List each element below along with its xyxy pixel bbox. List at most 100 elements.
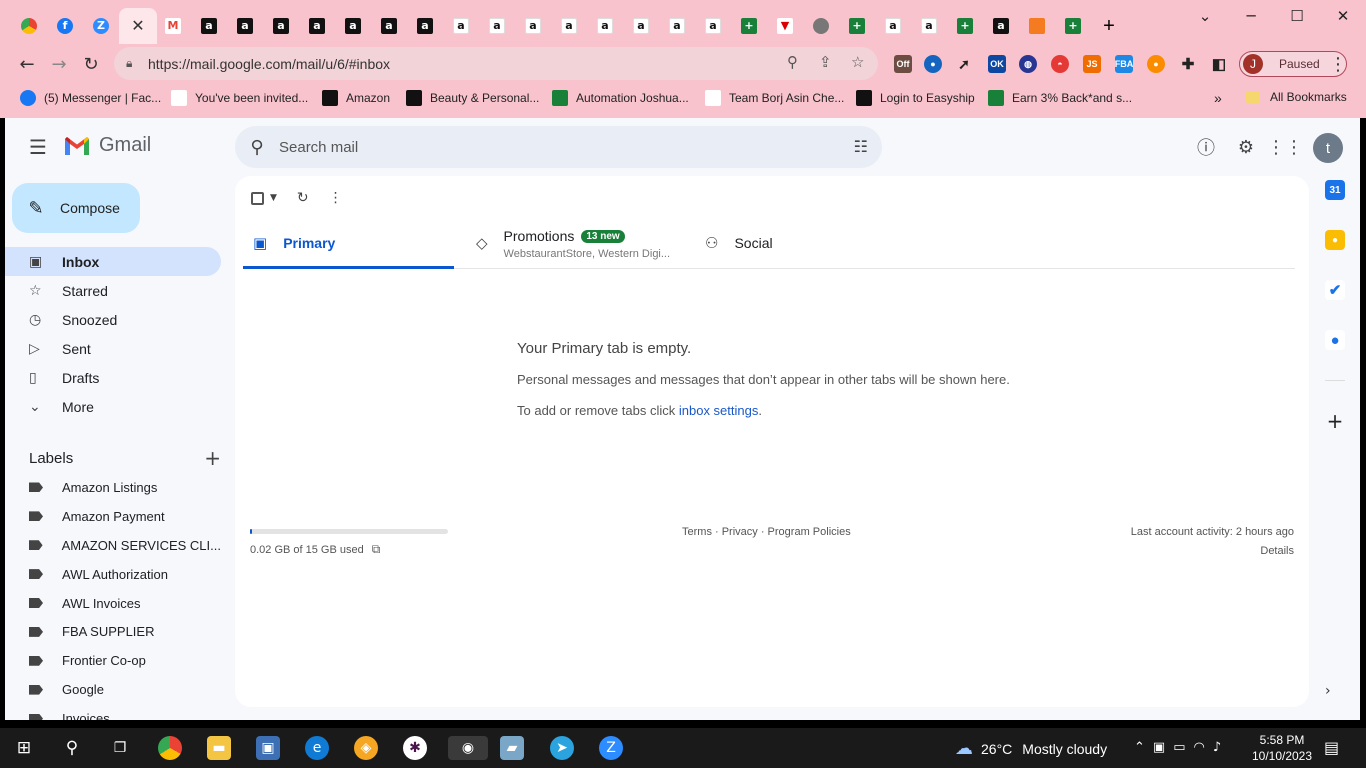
- browser-tab[interactable]: Z: [83, 8, 119, 44]
- bookmark-item[interactable]: Beauty & Personal...: [406, 90, 539, 106]
- select-dropdown-icon[interactable]: ▼: [270, 193, 277, 203]
- extension-circle-icon[interactable]: ●: [924, 55, 942, 73]
- nav-item-starred[interactable]: ☆ Starred: [5, 276, 221, 305]
- all-bookmarks-button[interactable]: All Bookmarks: [1246, 90, 1347, 104]
- browser-tab[interactable]: [1019, 8, 1055, 44]
- reload-button[interactable]: ↻: [77, 50, 105, 78]
- browser-tab[interactable]: a: [443, 8, 479, 44]
- external-link-icon[interactable]: ⧉: [372, 542, 381, 556]
- share-icon[interactable]: ⇪: [819, 53, 832, 71]
- bookmark-item[interactable]: Earn 3% Back*and s...: [988, 90, 1132, 106]
- control-panel-icon[interactable]: ▣: [256, 736, 280, 760]
- system-clock[interactable]: 5:58 PM 10/10/2023: [1248, 732, 1316, 764]
- inbox-settings-link[interactable]: inbox settings: [679, 403, 759, 418]
- browser-tab[interactable]: a: [407, 8, 443, 44]
- extension-fba-icon[interactable]: FBA: [1115, 55, 1133, 73]
- tab-primary[interactable]: ▣ Primary: [243, 220, 454, 269]
- chrome-app-icon[interactable]: [158, 736, 182, 760]
- bookmark-item[interactable]: Amazon: [322, 90, 390, 106]
- browser-tab[interactable]: a: [299, 8, 335, 44]
- tasks-icon[interactable]: ✔: [1325, 280, 1345, 300]
- bookmark-item[interactable]: Automation Joshua...: [552, 90, 689, 106]
- nav-item-sent[interactable]: ▷ Sent: [5, 334, 221, 363]
- extension-orange-icon[interactable]: ●: [1147, 55, 1165, 73]
- tray-device-icon[interactable]: ▣: [1153, 740, 1165, 755]
- address-bar[interactable]: 🔒︎ https://mail.google.com/mail/u/6/#inb…: [114, 47, 878, 80]
- browser-tab[interactable]: a: [515, 8, 551, 44]
- extension-arrow-icon[interactable]: ➚: [955, 55, 973, 73]
- browser-tab[interactable]: a: [983, 8, 1019, 44]
- nav-item-more[interactable]: ⌄ More: [5, 392, 221, 421]
- label-item[interactable]: Invoices: [5, 704, 221, 720]
- back-button[interactable]: ←: [13, 50, 41, 78]
- extension-ball-icon[interactable]: ◓: [1051, 55, 1069, 73]
- browser-tab[interactable]: M: [155, 8, 191, 44]
- label-item[interactable]: AMAZON SERVICES CLI...: [5, 531, 221, 560]
- calendar-icon[interactable]: 31: [1325, 180, 1345, 200]
- footer-links[interactable]: Terms · Privacy · Program Policies: [682, 526, 851, 538]
- browser-tab[interactable]: a: [371, 8, 407, 44]
- browser-menu-icon[interactable]: ⋮: [1324, 50, 1352, 78]
- browser-tab[interactable]: a: [191, 8, 227, 44]
- create-label-icon[interactable]: +: [204, 446, 221, 470]
- main-menu-icon[interactable]: ☰: [25, 135, 51, 159]
- browser-tab[interactable]: [11, 8, 47, 44]
- search-input[interactable]: [279, 138, 839, 156]
- browser-tab[interactable]: a: [587, 8, 623, 44]
- details-link[interactable]: Details: [1131, 545, 1294, 557]
- help-icon[interactable]: ⓘ: [1194, 135, 1218, 159]
- label-item[interactable]: AWL Invoices: [5, 589, 221, 618]
- refresh-icon[interactable]: ↻: [297, 190, 309, 206]
- browser-tab[interactable]: a: [623, 8, 659, 44]
- zoom-icon[interactable]: ⚲: [787, 53, 798, 71]
- browser-tab[interactable]: a: [911, 8, 947, 44]
- volume-icon[interactable]: ♪: [1213, 740, 1221, 755]
- extension-ok-icon[interactable]: OK: [988, 55, 1006, 73]
- extension-js-icon[interactable]: JS: [1083, 55, 1101, 73]
- bookmark-star-icon[interactable]: ☆: [851, 53, 864, 71]
- browser-tab[interactable]: ▼: [767, 8, 803, 44]
- browser-tab[interactable]: a: [659, 8, 695, 44]
- taskbar-search-icon[interactable]: ⚲: [60, 736, 84, 760]
- battery-icon[interactable]: ▭: [1173, 740, 1185, 755]
- chrome-profile-app-icon[interactable]: ◉: [448, 736, 488, 760]
- apps-grid-icon[interactable]: ⋮⋮: [1267, 135, 1303, 159]
- select-all-checkbox[interactable]: [251, 191, 264, 205]
- label-item[interactable]: AWL Authorization: [5, 560, 221, 589]
- search-options-icon[interactable]: ☷: [854, 137, 868, 156]
- label-item[interactable]: Amazon Listings: [5, 473, 221, 502]
- browser-tab[interactable]: +: [947, 8, 983, 44]
- browser-tab[interactable]: a: [875, 8, 911, 44]
- account-avatar[interactable]: t: [1313, 133, 1343, 163]
- close-window-button[interactable]: ✕: [1320, 0, 1366, 32]
- browser-tab[interactable]: +: [731, 8, 767, 44]
- browser-tab[interactable]: a: [227, 8, 263, 44]
- tab-social[interactable]: ⚇ Social: [705, 220, 855, 269]
- bookmark-item[interactable]: You've been invited...: [171, 90, 308, 106]
- label-item[interactable]: Frontier Co-op: [5, 646, 221, 675]
- browser-tab[interactable]: a: [695, 8, 731, 44]
- windows-start-icon[interactable]: ⊞: [12, 736, 36, 760]
- contacts-icon[interactable]: ●: [1325, 330, 1345, 350]
- nav-item-snoozed[interactable]: ◷ Snoozed: [5, 305, 221, 334]
- file-explorer-icon[interactable]: ▬: [207, 736, 231, 760]
- nav-item-inbox[interactable]: ▣ Inbox: [5, 247, 221, 276]
- task-view-icon[interactable]: ❐: [108, 736, 132, 760]
- browser-tab[interactable]: a: [263, 8, 299, 44]
- bookmark-item[interactable]: Login to Easyship: [856, 90, 975, 106]
- active-tab-close-button[interactable]: ✕: [119, 8, 157, 44]
- extension-data-icon[interactable]: ◍: [1019, 55, 1037, 73]
- notification-icon[interactable]: ▤: [1324, 738, 1339, 757]
- notes-app-icon[interactable]: ▰: [500, 736, 524, 760]
- extensions-puzzle-icon[interactable]: ✚: [1179, 55, 1197, 73]
- bookmark-item[interactable]: (5) Messenger | Fac...: [20, 90, 161, 106]
- search-icon[interactable]: ⚲: [235, 137, 279, 158]
- gmail-logo[interactable]: Gmail: [63, 134, 151, 157]
- edge-app-icon[interactable]: e: [305, 736, 329, 760]
- browser-tab[interactable]: +: [1055, 8, 1091, 44]
- maximize-button[interactable]: ☐: [1274, 0, 1320, 32]
- extension-off-icon[interactable]: Off: [894, 55, 912, 73]
- side-panel-icon[interactable]: ◧: [1210, 55, 1228, 73]
- storage-usage[interactable]: 0.02 GB of 15 GB used ⧉: [250, 542, 380, 557]
- close-icon[interactable]: ✕: [131, 16, 144, 36]
